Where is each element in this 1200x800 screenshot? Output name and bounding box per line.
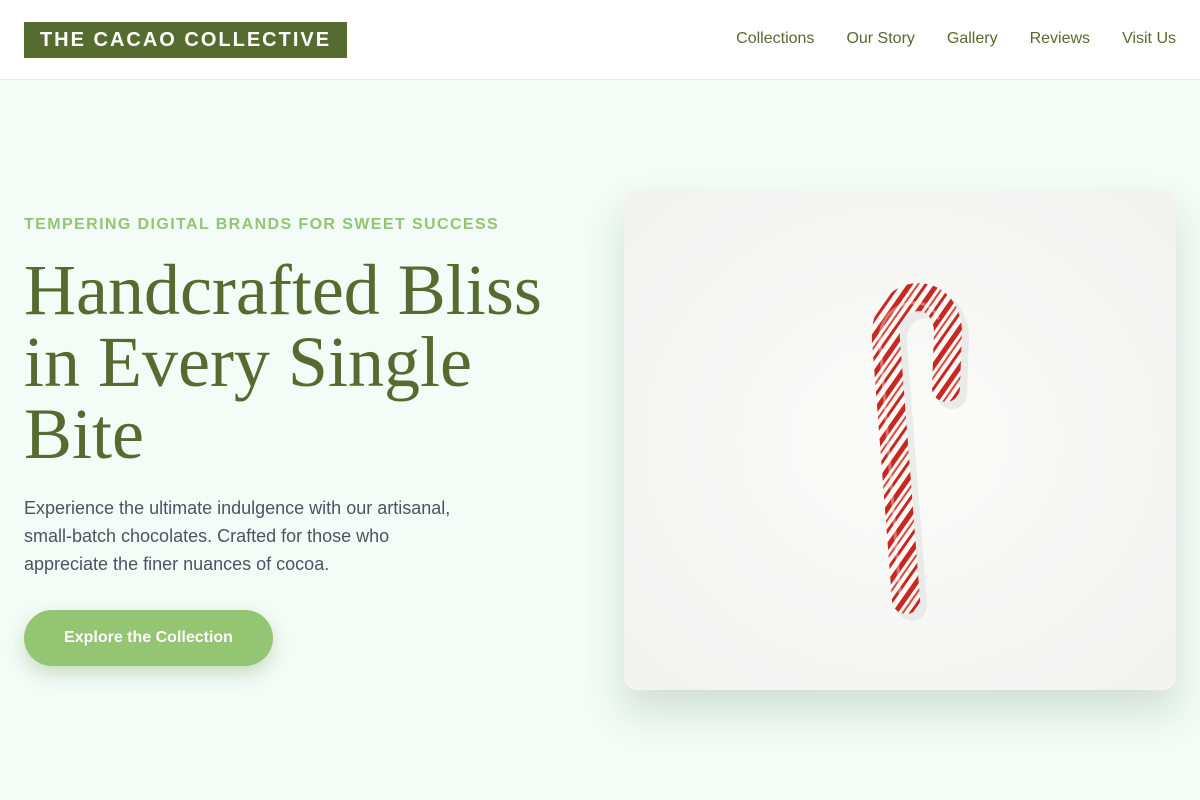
site-logo[interactable]: THE CACAO COLLECTIVE [24, 22, 347, 58]
hero-headline: Handcrafted Bliss in Every Single Bite [24, 250, 542, 474]
nav-link-visit-us[interactable]: Visit Us [1122, 30, 1176, 48]
site-header: THE CACAO COLLECTIVE Collections Our Sto… [0, 0, 1200, 80]
explore-collection-button[interactable]: Explore the Collection [24, 610, 273, 666]
nav-link-gallery[interactable]: Gallery [947, 30, 998, 48]
hero-description: Experience the ultimate indulgence with … [24, 498, 451, 574]
main-nav: Collections Our Story Gallery Reviews Vi… [736, 0, 1176, 78]
nav-link-collections[interactable]: Collections [736, 30, 814, 48]
nav-link-reviews[interactable]: Reviews [1030, 30, 1090, 48]
nav-link-our-story[interactable]: Our Story [846, 30, 914, 48]
hero-eyebrow: TEMPERING DIGITAL BRANDS FOR SWEET SUCCE… [24, 216, 500, 233]
candy-cane-image [624, 190, 1176, 690]
hero-image-card [624, 190, 1176, 690]
